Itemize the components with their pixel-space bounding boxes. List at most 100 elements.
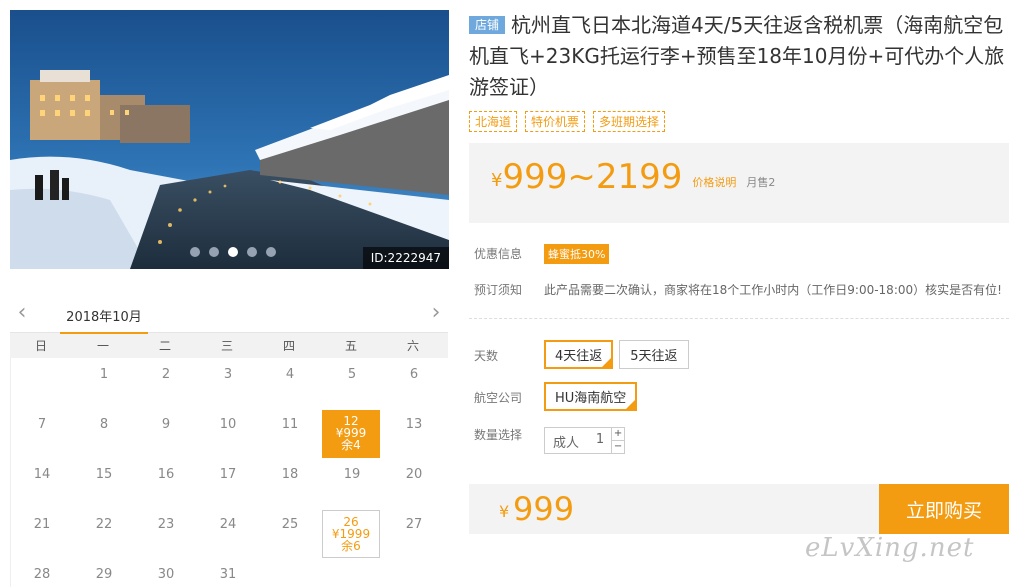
prev-month-chevron-icon[interactable]: ‹	[12, 302, 32, 324]
calendar-day-25: 25	[259, 508, 321, 558]
calendar-day-number: 25	[281, 517, 299, 532]
calendar-day-27: 27	[383, 508, 445, 558]
calendar-empty-cell	[259, 558, 321, 587]
calendar-day-number: 27	[405, 517, 423, 532]
product-title-text: 杭州直飞日本北海道4天/5天往返含税机票（海南航空包机直飞+23KG托运行李+预…	[469, 13, 1005, 99]
weekday-label: 日	[34, 339, 47, 353]
calendar-day-number: 14	[33, 467, 51, 482]
calendar-day-12[interactable]: 12 ¥999 余4	[321, 408, 383, 458]
otaru-canal-photo	[10, 10, 449, 269]
calendar-day-2: 2	[135, 358, 197, 408]
buy-now-button[interactable]: 立即购买	[879, 484, 1009, 534]
calendar-day-6: 6	[383, 358, 445, 408]
calendar-weekday-row: 日 一 二 三 四 五 六	[10, 332, 448, 358]
calendar-day-11: 11	[259, 408, 321, 458]
carousel-dot-active[interactable]	[228, 247, 238, 257]
carousel-dot[interactable]	[209, 247, 219, 257]
calendar-day-19: 19	[321, 458, 383, 508]
product-tag[interactable]: 多班期选择	[593, 111, 666, 132]
currency-symbol: ¥	[491, 170, 503, 191]
calendar-day-16: 16	[135, 458, 197, 508]
product-tag[interactable]: 北海道	[469, 111, 518, 132]
calendar-day-number: 23	[157, 517, 175, 532]
calendar-day-number: 6	[409, 367, 419, 382]
calendar-day-8: 8	[73, 408, 135, 458]
airline-option-hu[interactable]: HU海南航空	[544, 382, 638, 411]
calendar-day-number: 13	[405, 417, 423, 432]
calendar-day-number: 21	[33, 517, 51, 532]
calendar-day-24: 24	[197, 508, 259, 558]
weekday-label: 四	[282, 339, 295, 353]
shop-tag[interactable]: 店铺	[469, 16, 506, 34]
quantity-type: 成人	[553, 436, 580, 451]
carousel-dot[interactable]	[266, 247, 276, 257]
calendar-day-number: 11	[281, 417, 299, 432]
next-month-chevron-icon[interactable]: ›	[426, 302, 446, 324]
weekday-label: 六	[406, 339, 419, 353]
price-explanation-link[interactable]: 价格说明	[692, 176, 736, 189]
buy-price: 999	[513, 490, 575, 528]
calendar-day-number: 17	[219, 467, 237, 482]
weekday-label: 三	[220, 339, 233, 353]
calendar-grid: 1 2 3 4 5 6 7 8 9 10 11 12 ¥999 余4 13 14 15 16 17 18 19 20 21 2…	[10, 358, 448, 587]
calendar-day-21: 21	[11, 508, 73, 558]
booking-notice-row: 预订须知 此产品需要二次确认，商家将在18个工作小时内（工作日9:00-18:00…	[474, 281, 1002, 298]
calendar-day-stock: 余6	[341, 539, 361, 553]
quantity-plus-button[interactable]: +	[612, 428, 625, 441]
calendar-day-number: 18	[281, 467, 299, 482]
days-option-4[interactable]: 4天往返	[544, 340, 614, 369]
calendar-day-26[interactable]: 26 ¥1999 余6	[321, 508, 383, 558]
days-option-5[interactable]: 5天往返	[619, 340, 689, 369]
quantity-minus-button[interactable]: −	[612, 441, 624, 453]
site-watermark: eLvXing.net	[805, 533, 975, 563]
photo-id-label: ID:2222947	[362, 247, 449, 269]
airline-label: 航空公司	[474, 391, 523, 405]
product-tags: 北海道 特价机票 多班期选择	[469, 111, 1009, 132]
weekday-label: 一	[96, 339, 109, 353]
calendar-day-number: 19	[343, 467, 361, 482]
product-tag[interactable]: 特价机票	[525, 111, 586, 132]
calendar-day-number: 22	[95, 517, 113, 532]
calendar-day-number: 9	[161, 417, 171, 432]
quantity-stepper: 成人 1 + −	[544, 427, 626, 454]
calendar-day-4: 4	[259, 358, 321, 408]
calendar-price-box[interactable]: 26 ¥1999 余6	[322, 510, 380, 558]
carousel-dot[interactable]	[190, 247, 200, 257]
calendar-day-number: 8	[99, 417, 109, 432]
carousel-dots	[190, 247, 276, 257]
calendar-month-label: 2018年10月	[60, 306, 148, 334]
calendar-empty-cell	[11, 358, 73, 408]
calendar-day-3: 3	[197, 358, 259, 408]
calendar-day-stock: 余4	[341, 438, 361, 452]
calendar-day-9: 9	[135, 408, 197, 458]
section-divider	[469, 318, 1009, 319]
calendar-day-number: 10	[219, 417, 237, 432]
product-detail-panel: 店铺 杭州直飞日本北海道4天/5天往返含税机票（海南航空包机直飞+23KG托运行李…	[469, 10, 1009, 534]
calendar-day-31: 31	[197, 558, 259, 587]
calendar-empty-cell	[383, 558, 445, 587]
quantity-buttons: + −	[611, 428, 625, 453]
calendar-day-number: 7	[37, 417, 47, 432]
calendar-day-23: 23	[135, 508, 197, 558]
weekday-label: 五	[344, 339, 357, 353]
calendar-header: ‹ 2018年10月 ›	[10, 296, 448, 334]
calendar-day-number: 24	[219, 517, 237, 532]
calendar-empty-cell	[321, 558, 383, 587]
calendar-day-number: 15	[95, 467, 113, 482]
buy-bar: ¥ 999 立即购买	[469, 484, 1009, 534]
calendar-day-20: 20	[383, 458, 445, 508]
quantity-value[interactable]: 1	[589, 428, 611, 453]
calendar-day-13: 13	[383, 408, 445, 458]
calendar-day-number: 4	[285, 367, 295, 382]
product-title: 店铺 杭州直飞日本北海道4天/5天往返含税机票（海南航空包机直飞+23KG托运行李…	[469, 10, 1009, 103]
price-box: ¥999~2199 价格说明 月售2	[469, 143, 1009, 223]
product-photo-carousel[interactable]: ID:2222947	[10, 10, 449, 269]
calendar-day-5: 5	[321, 358, 383, 408]
carousel-dot[interactable]	[247, 247, 257, 257]
price-range: 999~2199	[502, 157, 683, 197]
calendar-day-number: 16	[157, 467, 175, 482]
notice-text: 此产品需要二次确认，商家将在18个工作小时内（工作日9:00-18:00）核实是…	[544, 283, 1002, 297]
calendar-price-box[interactable]: 12 ¥999 余4	[322, 410, 380, 458]
calendar-day-number: 5	[347, 367, 357, 382]
monthly-sales: 月售2	[746, 176, 776, 189]
